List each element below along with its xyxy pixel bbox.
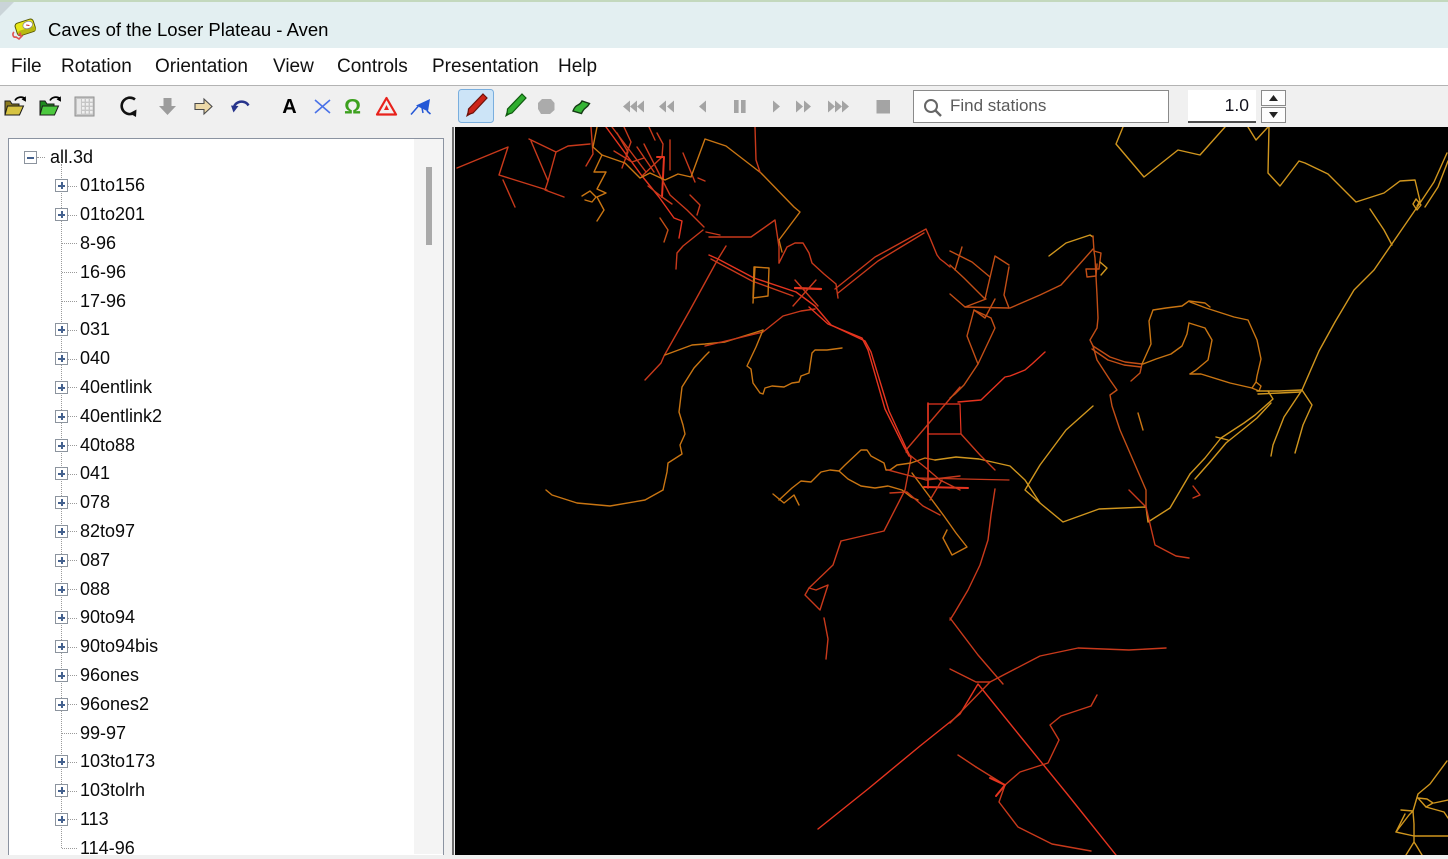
svg-text:Ω: Ω — [344, 96, 361, 119]
svg-text:A: A — [282, 96, 296, 118]
